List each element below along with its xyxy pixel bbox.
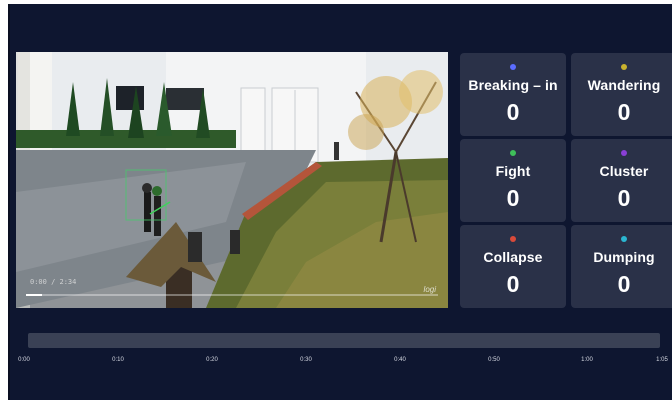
video-timestamp: 0:00 / 2:34 [30, 278, 77, 286]
timeline-tick: 0:40 [394, 357, 406, 363]
dumping-indicator-icon [621, 236, 627, 242]
cluster-indicator-icon [621, 150, 627, 156]
event-count: 0 [617, 271, 631, 297]
event-count: 0 [506, 185, 520, 211]
event-count: 0 [506, 99, 520, 125]
video-progress-bar[interactable] [26, 294, 438, 296]
timeline-tick: 0:50 [488, 357, 500, 363]
event-card-breaking-in[interactable]: Breaking – in 0 [460, 53, 566, 136]
timeline-tick: 0:00 [18, 357, 30, 363]
event-label: Wandering [587, 77, 661, 93]
video-progress-fill [26, 294, 43, 296]
timeline-tick: 0:20 [206, 357, 218, 363]
video-player[interactable]: 0:00 / 2:34 logi [16, 52, 448, 308]
breaking-in-indicator-icon [510, 64, 516, 70]
courtyard-video-frame [16, 52, 448, 308]
event-label: Fight [495, 163, 531, 179]
collapse-indicator-icon [510, 236, 516, 242]
event-count: 0 [617, 99, 631, 125]
event-card-wandering[interactable]: Wandering 0 [571, 53, 672, 136]
event-count: 0 [506, 271, 520, 297]
event-label: Dumping [593, 249, 655, 265]
event-card-dumping[interactable]: Dumping 0 [571, 225, 672, 308]
timeline-ticks: 0:00 0:10 0:20 0:30 0:40 0:50 1:00 1:05 [0, 357, 672, 367]
timeline-tick: 1:00 [581, 357, 593, 363]
event-timeline-bar[interactable] [28, 333, 660, 348]
event-count: 0 [617, 185, 631, 211]
event-label: Cluster [599, 163, 649, 179]
timeline-tick: 0:30 [300, 357, 312, 363]
event-card-fight[interactable]: Fight 0 [460, 139, 566, 222]
event-label: Breaking – in [468, 77, 558, 93]
timeline-tick: 1:05 [656, 357, 668, 363]
event-label: Collapse [483, 249, 543, 265]
wandering-indicator-icon [621, 64, 627, 70]
event-card-collapse[interactable]: Collapse 0 [460, 225, 566, 308]
fight-indicator-icon [510, 150, 516, 156]
left-edge [0, 0, 8, 403]
video-watermark-logo: logi [423, 285, 436, 294]
event-card-cluster[interactable]: Cluster 0 [571, 139, 672, 222]
timeline-tick: 0:10 [112, 357, 124, 363]
